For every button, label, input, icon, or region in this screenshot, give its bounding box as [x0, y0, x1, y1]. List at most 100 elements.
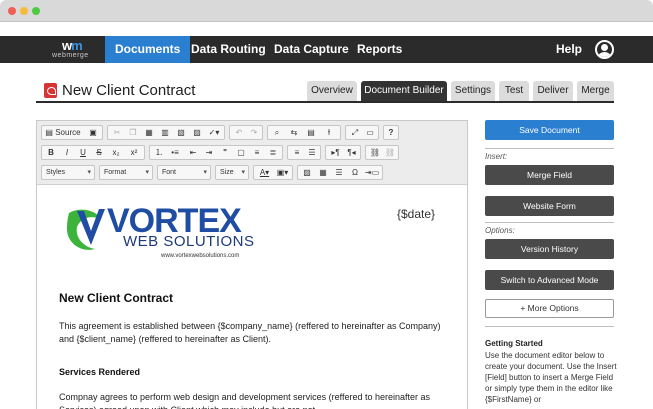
- background-color-icon[interactable]: ▣▾: [274, 166, 291, 179]
- size-dropdown[interactable]: Size: [215, 165, 249, 180]
- underline-icon[interactable]: U: [76, 146, 90, 159]
- strikethrough-icon[interactable]: S: [92, 146, 106, 159]
- rtl-icon[interactable]: ¶◂: [344, 146, 359, 159]
- styles-dropdown[interactable]: Styles: [41, 165, 95, 180]
- text-color-icon[interactable]: A▾: [256, 166, 273, 179]
- remove-format-icon[interactable]: Ɨ: [321, 126, 337, 139]
- sidebar-divider: [485, 326, 614, 327]
- toolbar-group-insert: ▨ ▦ ☰ Ω ⇥▭: [297, 165, 383, 180]
- bold-icon[interactable]: B: [44, 146, 58, 159]
- cut-icon[interactable]: ✂: [110, 126, 124, 139]
- toolbar-group-source: ▤ Source ▣: [41, 125, 103, 140]
- window-chrome: [0, 0, 653, 22]
- select-all-icon[interactable]: ▤: [304, 126, 318, 139]
- close-window-icon[interactable]: [8, 7, 16, 15]
- webmerge-logo[interactable]: wm webmerge: [48, 38, 100, 60]
- show-blocks-icon[interactable]: ▭: [363, 126, 377, 139]
- special-char-icon[interactable]: Ω: [348, 166, 362, 179]
- outdent-icon[interactable]: ⇤: [186, 146, 200, 159]
- tab-test[interactable]: Test: [499, 81, 529, 101]
- bulleted-list-icon[interactable]: •≡: [168, 146, 182, 159]
- font-dropdown[interactable]: Font: [157, 165, 211, 180]
- toolbar-group-clipboard: ✂ ❐ ▦ ▥ ▧ ▨ ✓▾: [107, 125, 225, 140]
- version-history-button[interactable]: Version History: [485, 239, 614, 259]
- toolbar-group-align: ≡ ☰: [287, 145, 321, 160]
- toolbar-group-colors: A▾ ▣▾: [253, 165, 293, 180]
- document-content[interactable]: VORTEX WEB SOLUTIONS www.vortexwebsoluti…: [37, 185, 467, 409]
- format-dropdown[interactable]: Format: [99, 165, 153, 180]
- copy-icon[interactable]: ❐: [126, 126, 140, 139]
- align-right-icon[interactable]: ≡: [290, 146, 304, 159]
- tab-document-builder[interactable]: Document Builder: [361, 81, 447, 101]
- tab-merge[interactable]: Merge: [577, 81, 614, 101]
- find-icon[interactable]: ⌕: [270, 126, 284, 139]
- unlink-icon[interactable]: ⛓: [383, 146, 397, 159]
- logo-mark-icon: wm: [62, 38, 83, 53]
- pdf-icon: [44, 83, 57, 98]
- user-avatar-icon[interactable]: [595, 40, 614, 59]
- link-icon[interactable]: ⛓: [368, 146, 382, 159]
- minimize-window-icon[interactable]: [20, 7, 28, 15]
- superscript-icon[interactable]: x²: [126, 146, 142, 159]
- paste-text-icon[interactable]: ▥: [158, 126, 172, 139]
- nav-documents[interactable]: Documents: [105, 36, 191, 63]
- ltr-icon[interactable]: ▸¶: [328, 146, 343, 159]
- table-icon[interactable]: ▦: [316, 166, 330, 179]
- toolbar-group-paragraph: ⒈ •≡ ⇤ ⇥ " ▢ ≡ ≣: [149, 145, 283, 160]
- nav-data-capture[interactable]: Data Capture: [264, 36, 359, 63]
- sidebar-divider: [485, 148, 614, 149]
- toolbar-group-basic-styles: B I U S x₂ x²: [41, 145, 145, 160]
- tab-deliver[interactable]: Deliver: [533, 81, 573, 101]
- editor-toolbar: ▤ Source ▣ ✂ ❐ ▦ ▥ ▧ ▨ ✓▾ ↶ ↷ ⌕ ⇆ ▤ Ɨ ⤢ …: [37, 121, 467, 185]
- align-center-icon[interactable]: ≣: [266, 146, 280, 159]
- redo-icon[interactable]: ↷: [247, 126, 261, 139]
- tab-settings[interactable]: Settings: [451, 81, 495, 101]
- justify-icon[interactable]: ☰: [305, 146, 319, 159]
- image-icon[interactable]: ▨: [300, 166, 314, 179]
- create-div-icon[interactable]: ▢: [234, 146, 248, 159]
- document-editor[interactable]: ▤ Source ▣ ✂ ❐ ▦ ▥ ▧ ▨ ✓▾ ↶ ↷ ⌕ ⇆ ▤ Ɨ ⤢ …: [36, 120, 468, 409]
- italic-icon[interactable]: I: [60, 146, 74, 159]
- logo-sub-text: WEB SOLUTIONS: [123, 233, 255, 250]
- nav-reports[interactable]: Reports: [347, 36, 412, 63]
- nav-help[interactable]: Help: [546, 36, 592, 63]
- help-icon[interactable]: ?: [384, 126, 398, 139]
- paste-word-icon[interactable]: ▧: [174, 126, 188, 139]
- advanced-mode-button[interactable]: Switch to Advanced Mode: [485, 270, 614, 290]
- horizontal-line-icon[interactable]: ☰: [332, 166, 346, 179]
- toolbar-group-history: ↶ ↷: [229, 125, 263, 140]
- blockquote-icon[interactable]: ": [218, 146, 232, 159]
- website-form-button[interactable]: Website Form: [485, 196, 614, 216]
- merge-field-button[interactable]: Merge Field: [485, 165, 614, 185]
- title-divider: [36, 101, 614, 103]
- maximize-window-icon[interactable]: [32, 7, 40, 15]
- numbered-list-icon[interactable]: ⒈: [152, 146, 166, 159]
- save-document-button[interactable]: Save Document: [485, 120, 614, 140]
- paste-icon[interactable]: ▦: [142, 126, 156, 139]
- page-break-icon[interactable]: ⇥▭: [364, 166, 380, 179]
- logo-url-text: www.vortexwebsolutions.com: [161, 253, 240, 259]
- save-icon[interactable]: ▣: [86, 126, 100, 139]
- tab-overview[interactable]: Overview: [307, 81, 357, 101]
- insert-label: Insert:: [485, 152, 508, 161]
- document-title: New Client Contract: [62, 82, 196, 99]
- replace-icon[interactable]: ⇆: [287, 126, 301, 139]
- undo-icon[interactable]: ↶: [232, 126, 246, 139]
- maximize-icon[interactable]: ⤢: [348, 126, 362, 139]
- subscript-icon[interactable]: x₂: [108, 146, 124, 159]
- toolbar-group-links: ⛓ ⛓: [365, 145, 399, 160]
- align-left-icon[interactable]: ≡: [250, 146, 264, 159]
- source-icon: ▤: [45, 128, 56, 137]
- getting-started-title: Getting Started: [485, 339, 543, 348]
- print-icon[interactable]: ▨: [190, 126, 204, 139]
- source-button[interactable]: ▤ Source: [44, 126, 82, 139]
- toolbar-group-help: ?: [383, 125, 399, 140]
- services-paragraph: Compnay agrees to perform web design and…: [59, 392, 431, 409]
- more-options-button[interactable]: + More Options: [485, 299, 614, 318]
- indent-icon[interactable]: ⇥: [202, 146, 216, 159]
- spellcheck-icon[interactable]: ✓▾: [206, 126, 222, 139]
- getting-started-text: Use the document editor below to create …: [485, 351, 617, 404]
- nav-data-routing[interactable]: Data Routing: [181, 36, 276, 63]
- contract-heading: New Client Contract: [59, 291, 174, 305]
- date-merge-field: {$date}: [397, 207, 436, 221]
